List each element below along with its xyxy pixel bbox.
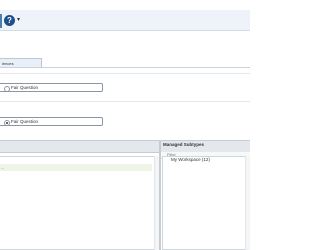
- tab-divider: [0, 67, 250, 68]
- managed-subtypes-title: Managed Subtypes: [163, 142, 205, 147]
- radio-icon[interactable]: [4, 85, 10, 92]
- top-toolbar: ? ▾: [0, 10, 250, 31]
- tab-audiences[interactable]: iences: [0, 58, 42, 67]
- chevron-down-icon[interactable]: ▾: [17, 16, 20, 23]
- left-scrollbar[interactable]: [154, 156, 159, 250]
- list-item-selected[interactable]: ...: [0, 164, 152, 171]
- divider: [0, 101, 250, 102]
- option-label: Fair Question: [11, 119, 39, 124]
- option-label: Fair Question: [11, 85, 39, 90]
- divider: [0, 73, 250, 74]
- right-list-panel: [162, 156, 250, 250]
- workspace-item[interactable]: My Workspace (12): [171, 157, 210, 163]
- row-marker: ...: [1, 165, 5, 170]
- toolbar-accent: [0, 14, 2, 28]
- right-scrollbar[interactable]: [245, 156, 250, 250]
- option-fair-question-1[interactable]: Fair Question: [0, 83, 103, 92]
- radio-selected-icon[interactable]: [4, 119, 10, 126]
- help-icon[interactable]: ?: [4, 15, 15, 26]
- option-fair-question-2[interactable]: Fair Question: [0, 117, 103, 126]
